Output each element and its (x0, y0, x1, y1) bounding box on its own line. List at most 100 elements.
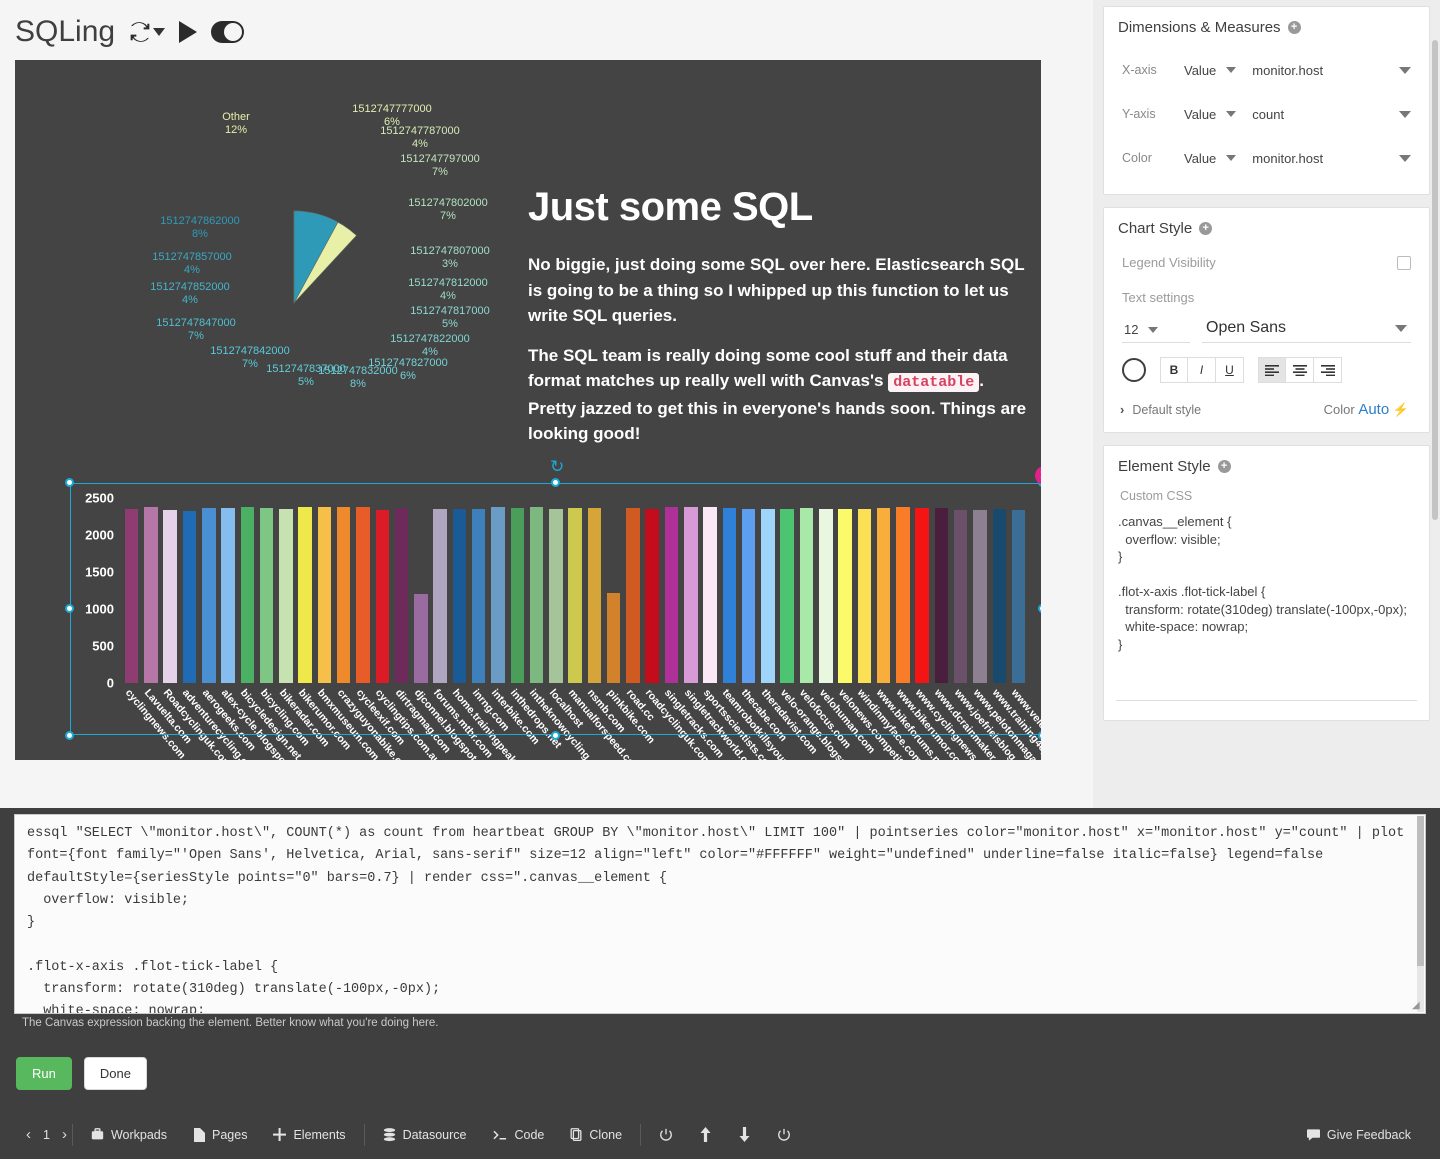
give-feedback-button[interactable]: Give Feedback (1294, 1128, 1424, 1142)
page-title: SQLing (15, 15, 115, 49)
pie-label-percent: 7% (141, 330, 251, 343)
resize-handle-top-left[interactable] (65, 478, 74, 487)
legend-visibility-checkbox[interactable] (1397, 256, 1411, 270)
bar-chart-element[interactable]: ↻ 05001000150020002500 cyclingnews.comLa… (70, 483, 1041, 735)
font-size-select[interactable]: 12 (1122, 320, 1190, 343)
plus-icon (273, 1128, 286, 1141)
panel-title-chart-style: Chart Style + (1118, 220, 1417, 237)
footer-tool-refresh[interactable] (764, 1128, 804, 1142)
pie-slice-label: 15127477970007% (385, 153, 495, 179)
pie-label-name: 1512747852000 (150, 281, 230, 293)
run-button[interactable]: Run (16, 1057, 72, 1090)
bar (298, 507, 311, 683)
bar (356, 507, 369, 683)
pie-chart-element[interactable]: Other12%15127477770006%15127477870004%15… (110, 105, 510, 450)
dimension-type-x[interactable]: Value (1184, 63, 1236, 78)
footer-item-clone[interactable]: Clone (557, 1128, 635, 1142)
footer-item-pages[interactable]: Pages (180, 1128, 260, 1142)
bar (395, 508, 408, 683)
default-style-label: Default style (1132, 403, 1201, 417)
chevron-right-icon[interactable]: › (62, 1126, 67, 1143)
font-family-select[interactable]: Open Sans (1202, 317, 1411, 343)
custom-css-textarea[interactable] (1116, 513, 1417, 701)
stage-column: SQLing Other12%15127477770006%1512747787… (0, 0, 1093, 808)
color-auto-control[interactable]: Color Auto ⚡ (1324, 401, 1409, 418)
resize-handle-top-middle[interactable] (551, 478, 560, 487)
text-color-swatch[interactable] (1122, 358, 1146, 382)
expression-actions: Run Done (16, 1057, 147, 1090)
footer-toolbar: ‹ 1 › Workpads Pages Elements (0, 1110, 1440, 1159)
bar (665, 507, 678, 683)
power-icon (659, 1128, 673, 1142)
refresh-control[interactable] (129, 21, 165, 43)
footer-item-elements[interactable]: Elements (260, 1128, 358, 1142)
align-center-button[interactable] (1286, 357, 1314, 383)
dimension-field-color[interactable]: monitor.host (1252, 151, 1417, 166)
toggle-icon[interactable] (211, 21, 244, 43)
refresh-icon[interactable] (129, 21, 151, 43)
bar (530, 507, 543, 683)
align-right-button[interactable] (1314, 357, 1342, 383)
footer-item-code[interactable]: Code (480, 1128, 558, 1142)
dimension-type-y[interactable]: Value (1184, 107, 1236, 122)
sidebar: Dimensions & Measures + X-axis Value mon… (1093, 0, 1440, 808)
expression-box: ◢ (14, 814, 1426, 1014)
resize-handle-bottom-left[interactable] (65, 731, 74, 740)
plus-circle-icon[interactable]: + (1199, 222, 1212, 235)
undo-icon[interactable]: ↻ (550, 457, 564, 477)
plus-circle-icon[interactable]: + (1218, 460, 1231, 473)
underline-button[interactable]: U (1216, 357, 1244, 383)
chevron-left-icon[interactable]: ‹ (26, 1126, 31, 1143)
dimension-field-x[interactable]: monitor.host (1252, 63, 1417, 78)
bold-button[interactable]: B (1160, 357, 1188, 383)
bar (973, 510, 986, 683)
bar-slot (739, 483, 758, 683)
footer-label: Code (515, 1128, 545, 1142)
resize-handle-middle-right[interactable] (1038, 604, 1041, 613)
markdown-element[interactable]: Just some SQL No biggie, just doing some… (528, 185, 1028, 461)
italic-button[interactable]: I (1188, 357, 1216, 383)
bar (645, 509, 658, 683)
dimension-field-y[interactable]: count (1252, 107, 1417, 122)
bar (511, 508, 524, 683)
align-left-button[interactable] (1258, 357, 1286, 383)
y-axis-tick: 500 (92, 638, 114, 653)
bar (202, 508, 215, 683)
sidebar-scrollbar[interactable] (1432, 40, 1438, 520)
dimension-label-x: X-axis (1122, 63, 1184, 77)
footer-item-workpads[interactable]: Workpads (78, 1128, 180, 1142)
bar-slot (218, 483, 237, 683)
workpad-canvas[interactable]: Other12%15127477770006%15127477870004%15… (15, 60, 1041, 760)
resize-grip-icon[interactable]: ◢ (1412, 1000, 1424, 1012)
bar (877, 508, 890, 683)
footer-tool-move-down[interactable] (725, 1127, 764, 1142)
pie-slice-label: Other12% (181, 111, 291, 137)
bar (915, 508, 928, 683)
dimension-row-x: X-axis Value monitor.host (1116, 48, 1417, 92)
chevron-down-icon[interactable] (153, 28, 165, 36)
dimension-label-y: Y-axis (1122, 107, 1184, 121)
footer-item-datasource[interactable]: Datasource (370, 1128, 480, 1142)
default-style-toggle[interactable]: › Default style (1120, 402, 1201, 417)
resize-handle-middle-left[interactable] (65, 604, 74, 613)
resize-handle-bottom-middle[interactable] (551, 731, 560, 740)
arrow-down-icon (738, 1127, 751, 1142)
footer-tool-power[interactable] (646, 1128, 686, 1142)
plus-circle-icon[interactable]: + (1288, 21, 1301, 34)
pie-label-percent: 4% (137, 264, 247, 277)
expression-textarea[interactable] (15, 815, 1425, 1013)
footer-label: Datasource (403, 1128, 467, 1142)
pie-label-name: 1512747812000 (408, 277, 488, 289)
text-align-group (1258, 357, 1342, 383)
bar (337, 507, 350, 683)
play-icon[interactable] (179, 21, 197, 43)
expression-scrollbar[interactable] (1417, 816, 1424, 1012)
y-axis-tick: 1000 (85, 601, 114, 616)
footer-tool-move-up[interactable] (686, 1127, 725, 1142)
chevron-down-icon (1148, 327, 1158, 333)
done-button[interactable]: Done (84, 1057, 147, 1090)
resize-handle-bottom-right[interactable] (1038, 731, 1041, 740)
bar-slot (276, 483, 295, 683)
bar-slot (334, 483, 353, 683)
dimension-type-color[interactable]: Value (1184, 151, 1236, 166)
